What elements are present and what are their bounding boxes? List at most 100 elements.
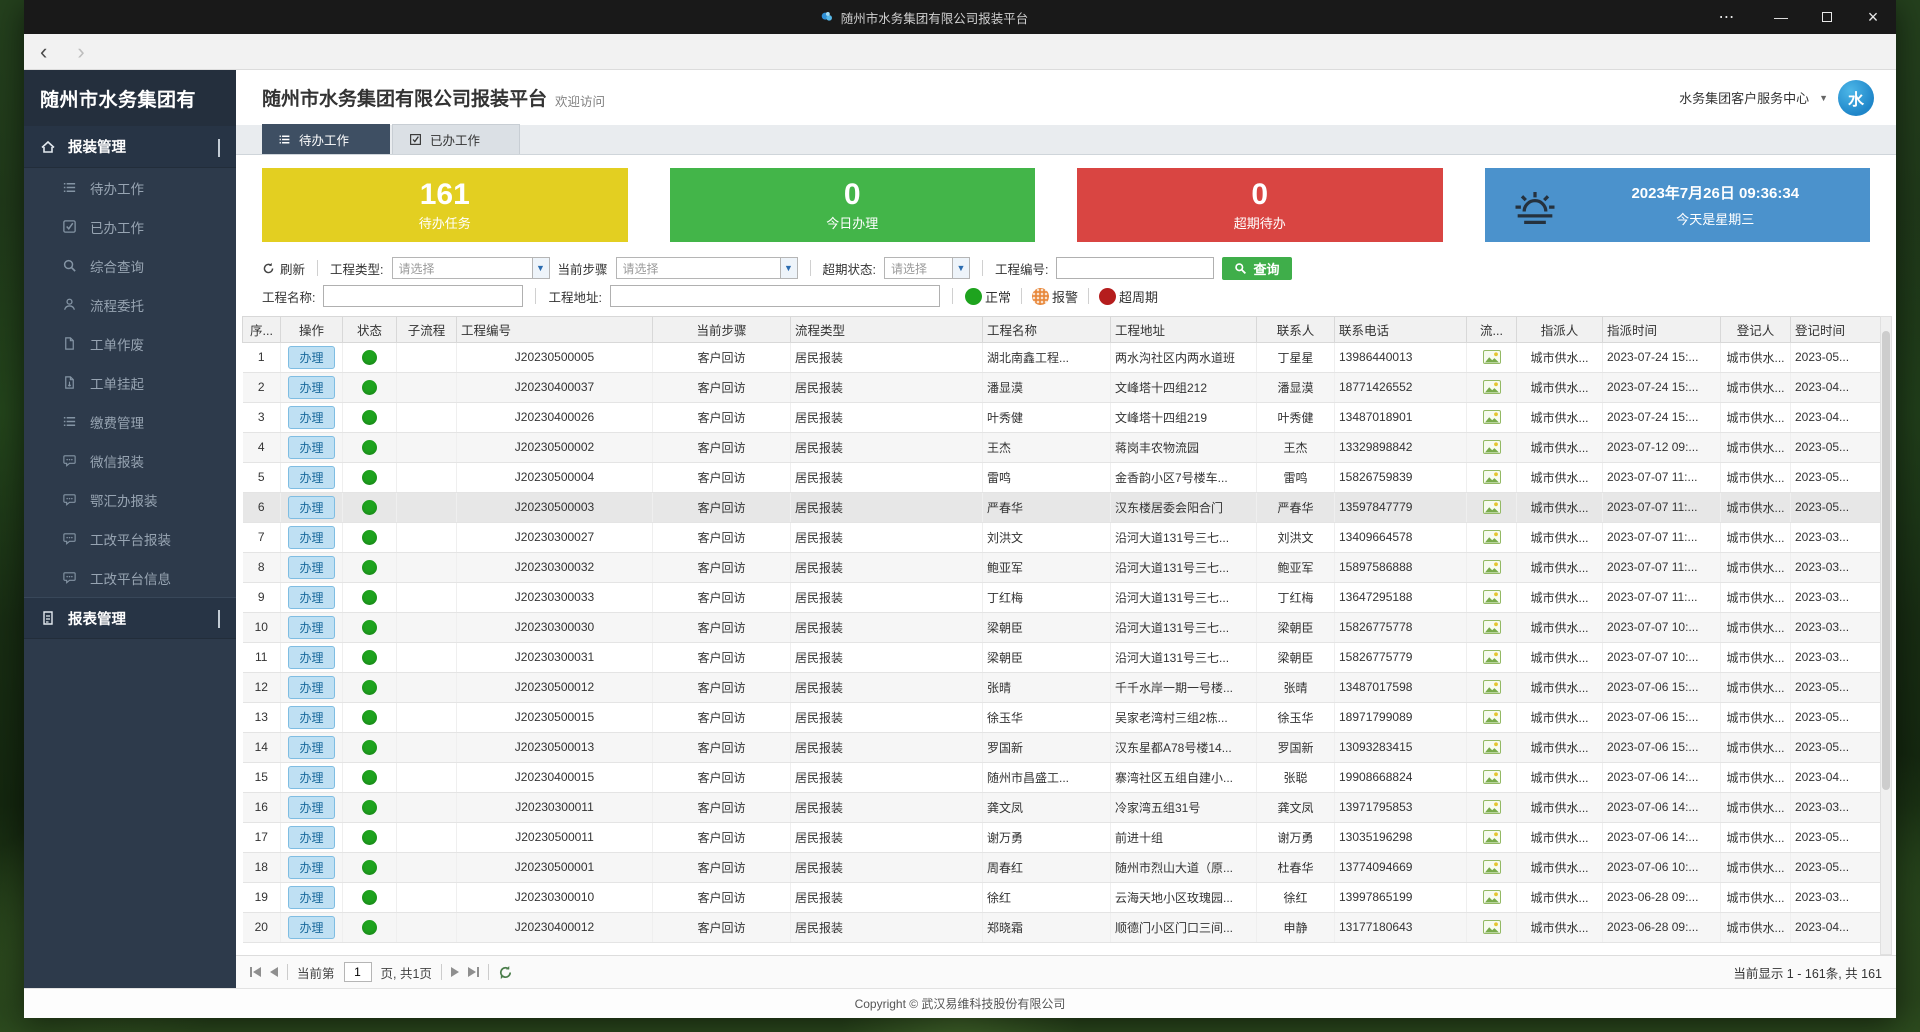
flow-diagram-icon[interactable] — [1483, 620, 1501, 634]
flow-type-cell: 居民报装 — [791, 402, 983, 432]
flow-diagram-icon[interactable] — [1483, 380, 1501, 394]
list-icon — [278, 133, 291, 146]
handle-button[interactable]: 办理 — [288, 496, 334, 519]
sidebar-item[interactable]: 缴费管理 — [24, 402, 236, 441]
flow-diagram-icon[interactable] — [1483, 860, 1501, 874]
handle-button[interactable]: 办理 — [288, 736, 334, 759]
project-name-input[interactable] — [323, 285, 523, 307]
action-cell: 办理 — [281, 702, 343, 732]
flow-diagram-icon[interactable] — [1483, 560, 1501, 574]
avatar[interactable]: 水 — [1838, 80, 1874, 116]
flow-diagram-icon[interactable] — [1483, 500, 1501, 514]
flow-diagram-icon[interactable] — [1483, 680, 1501, 694]
contact-cell: 张聪 — [1257, 762, 1335, 792]
tab-done-work[interactable]: 已办工作 — [392, 124, 520, 154]
footer: Copyright © 武汉易维科技股份有限公司 — [24, 988, 1896, 1018]
handle-button[interactable]: 办理 — [288, 856, 334, 879]
handle-button[interactable]: 办理 — [288, 796, 334, 819]
sidebar-section-baobiao[interactable]: 报表管理 — [24, 597, 236, 639]
flow-diagram-icon[interactable] — [1483, 410, 1501, 424]
sidebar-item[interactable]: 综合查询 — [24, 246, 236, 285]
first-page-button[interactable] — [250, 967, 261, 977]
handle-button[interactable]: 办理 — [288, 376, 334, 399]
prev-page-button[interactable] — [270, 967, 278, 977]
handle-button[interactable]: 办理 — [288, 526, 334, 549]
sidebar-item[interactable]: 工改平台信息 — [24, 558, 236, 597]
back-button[interactable]: ‹ — [40, 41, 47, 63]
page-number-input[interactable] — [344, 962, 372, 982]
project-no-cell: J20230500005 — [457, 342, 653, 372]
user-menu[interactable]: 水务集团客户服务中心 ▼ 水 — [1679, 80, 1874, 116]
close-button[interactable]: × — [1850, 0, 1896, 34]
todo-count-card[interactable]: 161 待办任务 — [262, 168, 628, 242]
today-count-card[interactable]: 0 今日办理 — [670, 168, 1036, 242]
sidebar-item[interactable]: 工单挂起 — [24, 363, 236, 402]
last-page-button[interactable] — [468, 967, 479, 977]
flow-diagram-icon[interactable] — [1483, 530, 1501, 544]
handle-button[interactable]: 办理 — [288, 616, 334, 639]
sidebar-item[interactable]: 微信报装 — [24, 441, 236, 480]
flow-diagram-icon[interactable] — [1483, 800, 1501, 814]
project-type-select[interactable]: 请选择 ▼ — [392, 257, 550, 279]
assignee-cell: 城市供水... — [1517, 822, 1603, 852]
scrollbar-thumb[interactable] — [1882, 331, 1890, 790]
overdue-count-card[interactable]: 0 超期待办 — [1077, 168, 1443, 242]
handle-button[interactable]: 办理 — [288, 676, 334, 699]
handle-button[interactable]: 办理 — [288, 886, 334, 909]
flow-diagram-icon[interactable] — [1483, 770, 1501, 784]
flow-icon-cell — [1467, 642, 1517, 672]
column-header: 工程地址 — [1111, 317, 1257, 342]
sidebar-item[interactable]: 鄂汇办报装 — [24, 480, 236, 519]
minimize-button[interactable]: — — [1758, 0, 1804, 34]
handle-button[interactable]: 办理 — [288, 466, 334, 489]
sidebar-item[interactable]: 工单作废 — [24, 324, 236, 363]
flow-diagram-icon[interactable] — [1483, 740, 1501, 754]
legend-label: 报警 — [1052, 287, 1078, 306]
project-no-input[interactable] — [1056, 257, 1214, 279]
assignee-cell: 城市供水... — [1517, 372, 1603, 402]
column-header: 联系人 — [1257, 317, 1335, 342]
tab-todo-work[interactable]: 待办工作 — [262, 124, 390, 154]
handle-button[interactable]: 办理 — [288, 436, 334, 459]
current-step-select[interactable]: 请选择 ▼ — [616, 257, 798, 279]
reload-table-icon[interactable] — [498, 965, 513, 980]
flow-diagram-icon[interactable] — [1483, 470, 1501, 484]
flow-diagram-icon[interactable] — [1483, 890, 1501, 904]
filter-bar: 刷新 工程类型: 请选择 ▼ 当前步骤 请选择 ▼ — [236, 252, 1896, 316]
flow-diagram-icon[interactable] — [1483, 830, 1501, 844]
overdue-status-select[interactable]: 请选择 ▼ — [884, 257, 970, 279]
vertical-scrollbar[interactable] — [1880, 316, 1892, 955]
flow-diagram-icon[interactable] — [1483, 590, 1501, 604]
flow-icon-cell — [1467, 342, 1517, 372]
handle-button[interactable]: 办理 — [288, 766, 334, 789]
contact-cell: 潘显漠 — [1257, 372, 1335, 402]
flow-diagram-icon[interactable] — [1483, 440, 1501, 454]
flow-diagram-icon[interactable] — [1483, 650, 1501, 664]
search-button[interactable]: 查询 — [1222, 257, 1291, 280]
refresh-button[interactable]: 刷新 — [262, 259, 305, 278]
forward-button[interactable]: › — [77, 41, 84, 63]
handle-button[interactable]: 办理 — [288, 406, 334, 429]
handle-button[interactable]: 办理 — [288, 706, 334, 729]
handle-button[interactable]: 办理 — [288, 556, 334, 579]
next-page-button[interactable] — [451, 967, 459, 977]
handle-button[interactable]: 办理 — [288, 646, 334, 669]
handle-button[interactable]: 办理 — [288, 346, 334, 369]
handle-button[interactable]: 办理 — [288, 586, 334, 609]
current-step-cell: 客户回访 — [653, 402, 791, 432]
more-button[interactable]: ⋯ — [1704, 0, 1750, 34]
flow-diagram-icon[interactable] — [1483, 350, 1501, 364]
handle-button[interactable]: 办理 — [288, 916, 334, 939]
sidebar-section-baozhuang[interactable]: 报装管理 — [24, 126, 236, 168]
sidebar-item[interactable]: 流程委托 — [24, 285, 236, 324]
legend-item: 报警 — [1032, 287, 1078, 306]
sidebar-item[interactable]: 已办工作 — [24, 207, 236, 246]
flow-diagram-icon[interactable] — [1483, 710, 1501, 724]
sidebar-item[interactable]: 工改平台报装 — [24, 519, 236, 558]
row-seq: 8 — [243, 552, 281, 582]
sidebar-item[interactable]: 待办工作 — [24, 168, 236, 207]
maximize-button[interactable] — [1804, 0, 1850, 34]
handle-button[interactable]: 办理 — [288, 826, 334, 849]
project-addr-input[interactable] — [610, 285, 940, 307]
flow-diagram-icon[interactable] — [1483, 920, 1501, 934]
